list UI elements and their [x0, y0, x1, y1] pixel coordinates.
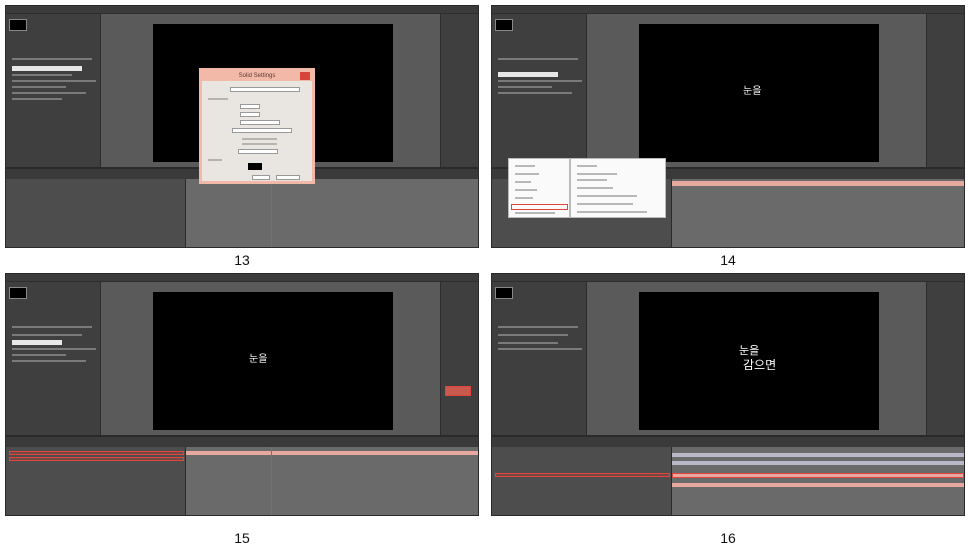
composition-viewer[interactable]: 눈을: [101, 282, 440, 435]
color-swatch[interactable]: [248, 163, 262, 170]
caption-15: 15: [234, 530, 250, 546]
pixel-aspect-select[interactable]: [232, 128, 292, 133]
comp-text-bottom[interactable]: 감으면: [743, 356, 776, 373]
layer-bar[interactable]: [672, 181, 964, 186]
composition-viewer[interactable]: 눈을: [587, 14, 926, 167]
comp-thumbnail: [9, 287, 27, 299]
caption-16: 16: [720, 530, 736, 546]
layer-list[interactable]: [492, 447, 672, 515]
project-panel: [6, 14, 101, 167]
project-item-selected[interactable]: [12, 340, 62, 345]
comp-text[interactable]: 눈을: [743, 82, 761, 97]
timeline-panel[interactable]: [492, 435, 964, 515]
menu-bar: [492, 274, 964, 282]
screenshot-15: 눈을: [5, 273, 479, 516]
layer-list[interactable]: [6, 447, 186, 515]
menu-bar: [6, 6, 478, 14]
comp-canvas[interactable]: 눈을 감으면: [639, 292, 879, 430]
paragraph-panel: [926, 282, 964, 435]
timeline-panel[interactable]: [6, 435, 478, 515]
track-area[interactable]: [186, 447, 478, 515]
layer-row-highlight[interactable]: [9, 457, 184, 461]
track-area[interactable]: [186, 179, 478, 247]
layer-bar[interactable]: [186, 451, 478, 455]
comp-canvas[interactable]: 눈을: [639, 24, 879, 162]
make-comp-size-button[interactable]: [238, 149, 278, 154]
layer-row-highlight[interactable]: [9, 451, 184, 455]
cancel-button[interactable]: [276, 175, 300, 180]
layer-row-highlight[interactable]: [495, 473, 670, 477]
dialog-title: Solid Settings: [202, 71, 312, 81]
comp-thumbnail: [495, 19, 513, 31]
close-icon[interactable]: [300, 72, 310, 80]
project-item-selected[interactable]: [498, 72, 558, 77]
height-field[interactable]: [240, 112, 260, 117]
project-panel: [492, 282, 587, 435]
color-picker-button[interactable]: [445, 386, 471, 396]
caption-14: 14: [720, 252, 736, 268]
layer-list[interactable]: [6, 179, 186, 247]
project-panel: [6, 282, 101, 435]
comp-thumbnail: [495, 287, 513, 299]
menu-bar: [6, 274, 478, 282]
width-field[interactable]: [240, 104, 260, 109]
name-field[interactable]: [230, 87, 300, 92]
units-select[interactable]: [240, 120, 280, 125]
track-area[interactable]: [672, 447, 964, 515]
effects-panel: [926, 14, 964, 167]
submenu[interactable]: [570, 158, 666, 218]
menu-bar: [492, 6, 964, 14]
context-menu[interactable]: [508, 158, 570, 218]
solid-settings-dialog[interactable]: Solid Settings: [199, 68, 315, 184]
menu-item-new[interactable]: [511, 204, 568, 210]
screenshot-13: Solid Settings: [5, 5, 479, 248]
caption-13: 13: [234, 252, 250, 268]
project-item-selected[interactable]: [12, 66, 82, 71]
character-panel: [440, 282, 478, 435]
ok-button[interactable]: [252, 175, 270, 180]
screenshot-16: 눈을 감으면: [491, 273, 965, 516]
project-panel: [492, 14, 587, 167]
comp-text[interactable]: 눈을: [249, 350, 267, 365]
comp-thumbnail: [9, 19, 27, 31]
comp-canvas[interactable]: 눈을: [153, 292, 393, 430]
track-area[interactable]: [672, 179, 964, 247]
info-panel: [440, 14, 478, 167]
layer-bar[interactable]: [672, 473, 964, 478]
composition-viewer[interactable]: 눈을 감으면: [587, 282, 926, 435]
screenshot-14: 눈을: [491, 5, 965, 248]
